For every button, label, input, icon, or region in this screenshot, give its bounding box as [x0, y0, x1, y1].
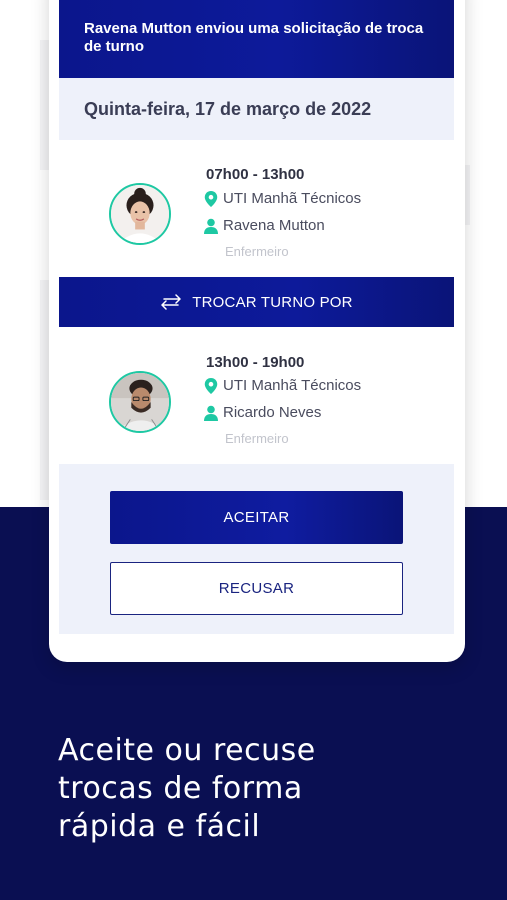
accept-button[interactable]: ACEITAR [110, 491, 403, 544]
map-pin-icon [204, 377, 218, 394]
shift-role: Enfermeiro [225, 431, 289, 446]
map-pin-icon [204, 190, 218, 207]
action-panel: ACEITAR RECUSAR [59, 464, 454, 634]
tagline-line-2: trocas de forma [58, 771, 303, 806]
user-icon [204, 218, 218, 234]
promo-tagline: Aceite ou recuse trocas de forma rápida … [58, 732, 478, 846]
refuse-button[interactable]: RECUSAR [110, 562, 403, 615]
swap-label: TROCAR TURNO POR [192, 293, 353, 311]
shift-role: Enfermeiro [225, 244, 289, 259]
swap-arrows-icon [161, 294, 182, 310]
request-message: Ravena Mutton enviou uma solicitação de … [84, 20, 424, 55]
shift-person-row: Ricardo Neves [204, 404, 321, 421]
shift-card-to[interactable]: 13h00 - 19h00 UTI Manhã Técnicos Ricardo… [59, 327, 454, 464]
date-bar: Quinta-feira, 17 de março de 2022 [59, 78, 454, 140]
shift-person: Ricardo Neves [223, 404, 322, 421]
avatar-man-icon [111, 373, 169, 431]
shift-person: Ravena Mutton [223, 217, 325, 234]
shift-time: 07h00 - 13h00 [206, 166, 305, 183]
shift-location-row: UTI Manhã Técnicos [204, 190, 361, 207]
avatar [109, 183, 171, 245]
shift-location: UTI Manhã Técnicos [223, 377, 362, 394]
shift-card-from[interactable]: 07h00 - 13h00 UTI Manhã Técnicos Ravena … [59, 140, 454, 277]
shift-location-row: UTI Manhã Técnicos [204, 377, 361, 394]
swap-shift-bar: TROCAR TURNO POR [59, 277, 454, 327]
tagline-line-1: Aceite ou recuse [58, 733, 316, 768]
shift-time: 13h00 - 19h00 [206, 354, 305, 371]
tagline-line-3: rápida e fácil [58, 809, 261, 844]
shift-date: Quinta-feira, 17 de março de 2022 [84, 99, 372, 119]
avatar-woman-icon [111, 185, 169, 243]
shift-person-row: Ravena Mutton [204, 217, 325, 234]
user-icon [204, 405, 218, 421]
request-header: Ravena Mutton enviou uma solicitação de … [59, 0, 454, 78]
avatar [109, 371, 171, 433]
shift-location: UTI Manhã Técnicos [223, 190, 362, 207]
